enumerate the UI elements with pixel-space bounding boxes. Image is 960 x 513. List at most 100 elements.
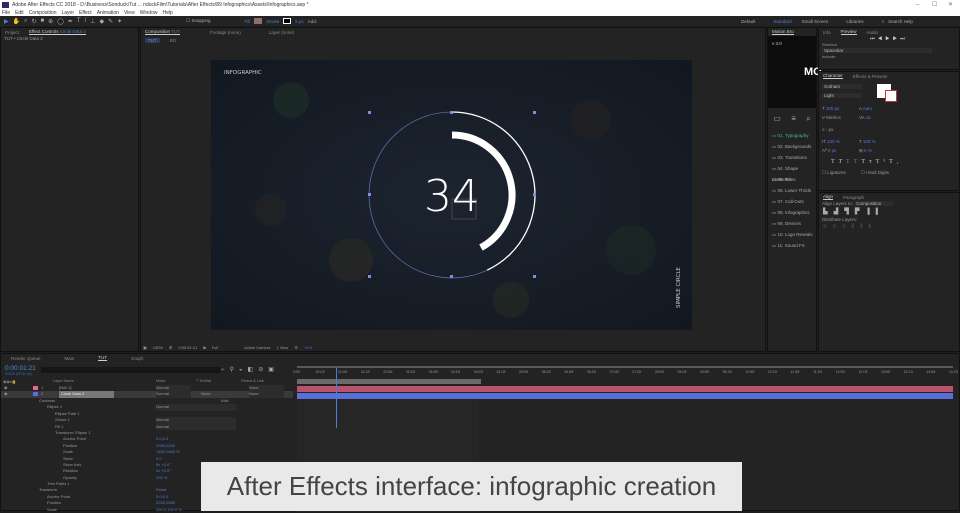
- stroke-label[interactable]: Stroke: [266, 19, 279, 24]
- tab-align[interactable]: Align: [823, 194, 834, 200]
- composition-viewer[interactable]: INFOGRAPHIC 34 SIMPLE CIRCLE: [211, 60, 692, 330]
- shortcut-select[interactable]: Spacebar: [822, 48, 932, 53]
- tab-footage[interactable]: Footage (none): [210, 30, 241, 35]
- preset-folder-item[interactable]: ▭ 08. Infographics: [768, 207, 816, 218]
- baseline-shift-field[interactable]: Aª 0 px: [822, 148, 836, 153]
- align-buttons[interactable]: ▙▟▜▛▐▌: [819, 206, 959, 217]
- property-value[interactable]: 100.0,100.0 %: [156, 507, 182, 513]
- preset-folder-item[interactable]: ▭ 09. Devices: [768, 218, 816, 229]
- tab-render-queue[interactable]: Render Queue: [11, 356, 41, 361]
- rotate-tool-icon[interactable]: ↻: [31, 18, 36, 25]
- label-color[interactable]: [33, 386, 38, 390]
- exposure-value[interactable]: +0.0: [304, 345, 312, 350]
- search-help-input[interactable]: Search Help: [888, 19, 913, 24]
- snapshot-icon[interactable]: ◙: [203, 345, 205, 350]
- workspace-standard[interactable]: Standard: [773, 19, 791, 24]
- preset-folder-item[interactable]: ▭ 04. Shape Elements: [768, 163, 816, 182]
- preset-folder-item[interactable]: ▭ 11. Sound FX: [768, 240, 816, 251]
- layer-row[interactable]: ◉ 2 Circle Data 2 Normal None None: [1, 391, 293, 398]
- layer-mode[interactable]: Normal: [156, 391, 191, 398]
- fill-swatch[interactable]: [254, 18, 263, 24]
- magnification-icon[interactable]: ▣: [143, 345, 147, 350]
- type-tool-icon[interactable]: T: [77, 18, 81, 24]
- tab-composition[interactable]: Composition TUT: [145, 29, 180, 35]
- filter-icon[interactable]: ≡: [791, 114, 796, 124]
- search-icon[interactable]: ⌕: [806, 114, 810, 124]
- distribute-buttons[interactable]: ≡≡≡⫴⫴⫴: [819, 222, 959, 233]
- layer-parent[interactable]: None: [249, 391, 284, 398]
- tab-audio[interactable]: Audio: [867, 30, 879, 35]
- selection-tool-icon[interactable]: ▶: [4, 18, 9, 25]
- preset-folder-item[interactable]: ▭ 10. Logo Reveals: [768, 229, 816, 240]
- brush-tool-icon[interactable]: /: [85, 18, 87, 24]
- preset-folder-item[interactable]: ▭ 02. Backgrounds: [768, 141, 816, 152]
- resolution-select[interactable]: Full: [212, 345, 218, 350]
- tab-main[interactable]: Main: [65, 356, 75, 361]
- align-to-select[interactable]: Composition: [854, 201, 894, 206]
- pen-tool-icon[interactable]: ✒: [68, 18, 73, 25]
- label-color[interactable]: [33, 392, 38, 397]
- timeline-switch-icons[interactable]: ⌐⚲◒◧⊘▣: [221, 366, 279, 373]
- hindi-digits-checkbox[interactable]: ☐ Hindi Digits: [861, 170, 889, 176]
- current-time[interactable]: 0:00:01:21: [178, 345, 197, 350]
- column-parent[interactable]: Parent & Link: [241, 379, 264, 383]
- minimize-button[interactable]: –: [916, 0, 919, 10]
- leading-field[interactable]: A Auto: [859, 106, 872, 111]
- snapping-checkbox[interactable]: ☐ Snapping: [186, 18, 210, 24]
- tab-preview[interactable]: Preview: [840, 29, 857, 35]
- clone-stamp-icon[interactable]: ⊥: [90, 18, 95, 25]
- crumb-bg[interactable]: BG: [170, 38, 177, 43]
- tracking-field[interactable]: VA 15: [859, 115, 871, 120]
- tab-paragraph[interactable]: Paragraph: [843, 195, 864, 200]
- stroke-width-field[interactable]: ≡ - px: [822, 127, 833, 132]
- horizontal-scale-field[interactable]: T 100 %: [859, 139, 876, 144]
- eraser-icon[interactable]: ◆: [100, 18, 105, 25]
- layer-trkmat[interactable]: None: [201, 391, 234, 397]
- zoom-tool-icon[interactable]: ⌕: [24, 18, 27, 25]
- maximize-button[interactable]: ☐: [932, 0, 937, 10]
- hand-tool-icon[interactable]: ✋: [13, 18, 20, 25]
- fill-label[interactable]: Fill: [245, 19, 251, 24]
- tab-effect-controls[interactable]: Effect Controls Circle Data 2: [29, 29, 86, 35]
- time-ruler[interactable]: 0:00f 00:12f 01:00f 01:12f 02:00f 02:12f 03:00…: [293, 366, 958, 380]
- column-mode[interactable]: Mode: [156, 379, 166, 383]
- close-button[interactable]: ✕: [948, 0, 953, 10]
- ellipse-tool-icon[interactable]: ◯: [57, 18, 64, 25]
- add-label[interactable]: Add:: [308, 19, 317, 24]
- preset-folder-item[interactable]: ▭ 01. Typography: [768, 130, 816, 141]
- visibility-icon[interactable]: ◉: [4, 391, 8, 397]
- font-style-select[interactable]: Light: [822, 93, 862, 98]
- last-frame-icon[interactable]: ⏭: [900, 36, 908, 42]
- preset-folder-item[interactable]: ▭ 07. Call-Outs: [768, 196, 816, 207]
- timeline-search-input[interactable]: [41, 367, 221, 373]
- crumb-tut[interactable]: TUT: [145, 37, 160, 43]
- tsume-field[interactable]: ⊞ 0 %: [859, 148, 872, 154]
- stroke-swatch[interactable]: [283, 18, 292, 24]
- column-trkmat[interactable]: T TrkMat: [196, 379, 211, 383]
- tab-project[interactable]: Project: [5, 30, 19, 35]
- tab-layer[interactable]: Layer (none): [269, 30, 295, 35]
- layer-name[interactable]: Circle Data 2: [59, 391, 115, 398]
- workspace-libraries[interactable]: Libraries: [846, 19, 863, 24]
- column-layer-name[interactable]: Layer Name: [53, 379, 74, 383]
- font-size-field[interactable]: T 105 px: [822, 106, 839, 111]
- camera-tool-icon[interactable]: ■: [41, 18, 45, 24]
- tab-motion-bro[interactable]: Motion Bro: [772, 29, 794, 35]
- stroke-color-swatch[interactable]: [885, 90, 897, 102]
- tab-graph[interactable]: Graph: [131, 356, 144, 361]
- layer-bar-null-1[interactable]: [297, 386, 953, 392]
- puppet-pin-icon[interactable]: ✦: [117, 18, 122, 25]
- folder-icon[interactable]: ▭: [773, 114, 781, 124]
- work-area-bar[interactable]: [297, 379, 481, 384]
- playhead[interactable]: [335, 368, 337, 428]
- tab-tut[interactable]: TUT: [98, 355, 108, 361]
- views-select[interactable]: 1 View: [276, 345, 288, 350]
- text-style-buttons[interactable]: TTTTTᴛT¹T₁: [831, 159, 903, 165]
- pan-behind-icon[interactable]: ⊕: [48, 18, 53, 25]
- tab-character[interactable]: Character: [823, 73, 843, 79]
- kerning-field[interactable]: V Metrics: [822, 115, 841, 120]
- search-icon[interactable]: ⌕: [882, 19, 885, 24]
- camera-select[interactable]: Active Camera: [244, 345, 270, 350]
- first-frame-icon[interactable]: ⏮: [870, 36, 878, 42]
- roto-brush-icon[interactable]: ✎: [108, 18, 113, 25]
